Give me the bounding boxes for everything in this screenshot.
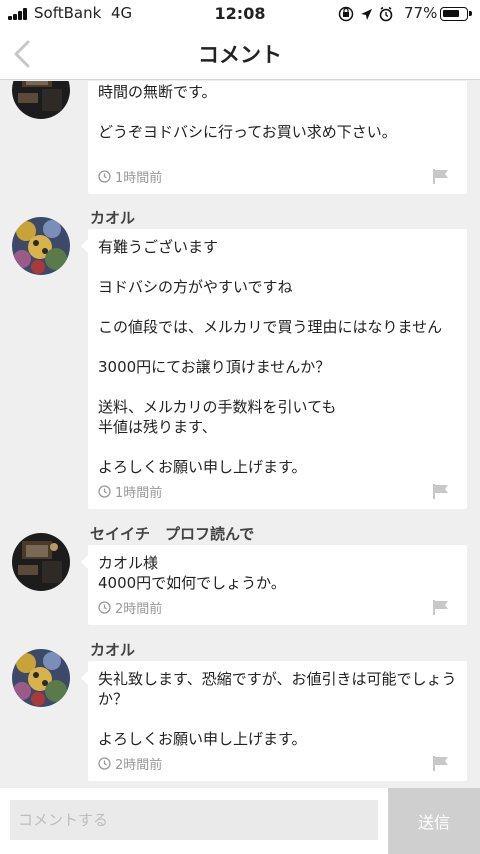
comment-text: カオル様 4000円で如何でしょうか。: [98, 554, 286, 592]
page-title: コメント: [198, 43, 282, 67]
comment-author[interactable]: カオル: [90, 207, 135, 228]
comment-time: 1時間前: [115, 171, 163, 186]
comment-bubble: 有難うございます ヨドバシの方がやすいですね この値段では、メルカリで買う理由に…: [81, 229, 467, 509]
comment-bubble: カオル様 4000円で如何でしょうか。 2時間前: [81, 545, 467, 625]
comment-time: 1時間前: [115, 486, 163, 501]
clock-icon: [98, 485, 111, 498]
comment-input-bar: 送信: [0, 788, 480, 854]
comment-timestamp: 1時間前: [98, 167, 162, 186]
clock-icon: [98, 601, 111, 614]
orientation-lock-icon: [338, 6, 354, 22]
report-flag-icon[interactable]: [433, 600, 449, 615]
comment-timestamp: 1時間前: [98, 482, 162, 501]
user-avatar[interactable]: [12, 217, 70, 275]
send-button[interactable]: 送信: [388, 788, 480, 854]
status-icons: [338, 6, 398, 26]
comment-text: 最初から希望の値段があるならお伝え下さい。 時間の無断です。 どうぞヨドバシに行…: [98, 83, 397, 141]
comment-author[interactable]: カオル: [90, 639, 135, 660]
user-avatar[interactable]: [12, 81, 70, 119]
user-avatar[interactable]: [12, 649, 70, 707]
report-flag-icon[interactable]: [433, 756, 449, 771]
location-arrow-icon: [361, 9, 372, 20]
comment-list[interactable]: 最初から希望の値段があるならお伝え下さい。 時間の無断です。 どうぞヨドバシに行…: [0, 81, 480, 788]
comment-timestamp: 2時間前: [98, 598, 162, 617]
battery-icon: [440, 7, 472, 21]
clock-icon: [98, 170, 111, 183]
comment-timestamp: 2時間前: [98, 754, 162, 773]
comment-text: 有難うございます ヨドバシの方がやすいですね この値段では、メルカリで買う理由に…: [98, 238, 443, 476]
comment-bubble: 失礼致します、恐縮ですが、お値引きは可能でしょうか？ よろしくお願い申し上げます…: [81, 661, 467, 781]
comment-text: 失礼致します、恐縮ですが、お値引きは可能でしょうか？ よろしくお願い申し上げます…: [98, 670, 457, 748]
comment-input[interactable]: [10, 800, 378, 840]
status-bar: SoftBank 4G 12:08 77%: [0, 0, 480, 28]
navigation-bar: コメント: [0, 28, 480, 80]
user-avatar[interactable]: [12, 533, 70, 591]
report-flag-icon[interactable]: [433, 484, 449, 499]
comment-bubble: 最初から希望の値段があるならお伝え下さい。 時間の無断です。 どうぞヨドバシに行…: [88, 81, 467, 194]
comment-author[interactable]: セイイチ プロフ読んで: [90, 523, 254, 544]
battery-percentage: 77%: [404, 4, 438, 22]
comment-time: 2時間前: [115, 758, 163, 773]
comment-time: 2時間前: [115, 602, 163, 617]
clock-icon: [98, 757, 111, 770]
alarm-icon: [379, 6, 393, 22]
report-flag-icon[interactable]: [433, 169, 449, 184]
